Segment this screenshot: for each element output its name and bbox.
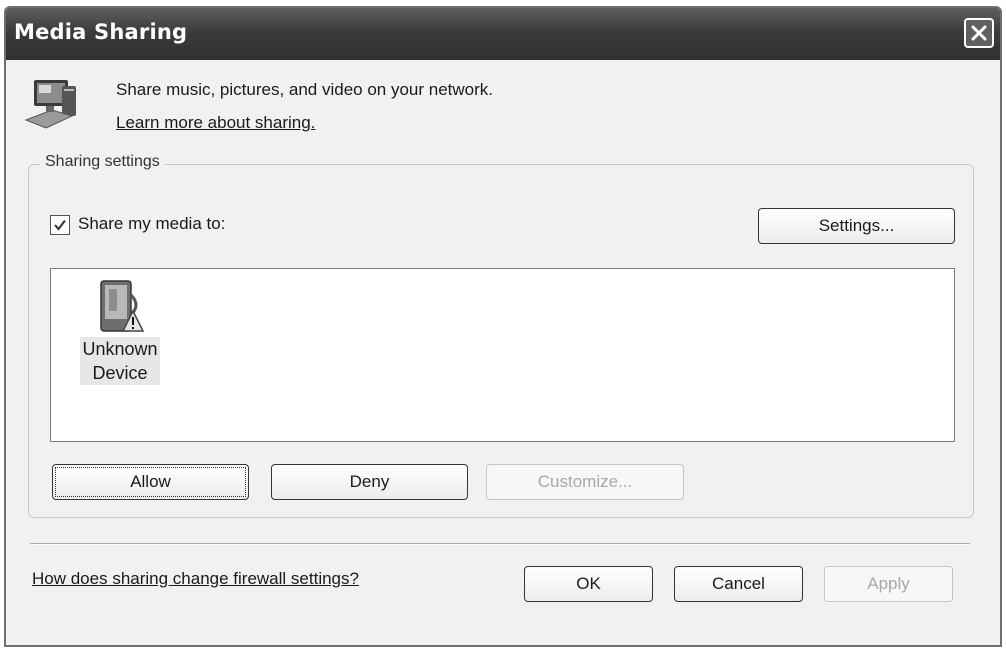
device-name-line2: Device (92, 363, 148, 383)
close-button[interactable] (964, 18, 994, 48)
separator (30, 543, 970, 545)
allow-button-label: Allow (130, 472, 171, 491)
share-media-checkbox[interactable] (50, 215, 70, 235)
learn-more-link[interactable]: Learn more about sharing. (116, 113, 315, 133)
window-title: Media Sharing (14, 20, 188, 44)
cancel-button[interactable]: Cancel (674, 566, 803, 602)
ok-button[interactable]: OK (524, 566, 653, 602)
apply-button[interactable]: Apply (824, 566, 953, 602)
intro-text: Share music, pictures, and video on your… (116, 80, 494, 99)
firewall-help-link[interactable]: How does sharing change firewall setting… (32, 569, 359, 589)
title-bar[interactable]: Media Sharing (6, 8, 1000, 60)
close-icon (971, 25, 987, 41)
unknown-device-icon (100, 280, 145, 332)
share-media-label[interactable]: Share my media to: (78, 214, 225, 234)
device-list[interactable]: Unknown Device (50, 268, 955, 442)
settings-button[interactable]: Settings... (758, 208, 955, 244)
deny-button[interactable]: Deny (271, 464, 468, 500)
device-name-line1: Unknown (82, 339, 158, 359)
device-item[interactable]: Unknown Device (75, 275, 165, 385)
allow-button[interactable]: Allow (52, 464, 249, 500)
customize-button[interactable]: Customize... (486, 464, 684, 500)
media-network-icon (24, 80, 76, 129)
device-name: Unknown Device (80, 337, 160, 385)
sharing-settings-label: Sharing settings (40, 153, 165, 171)
checkmark-icon (54, 219, 66, 231)
